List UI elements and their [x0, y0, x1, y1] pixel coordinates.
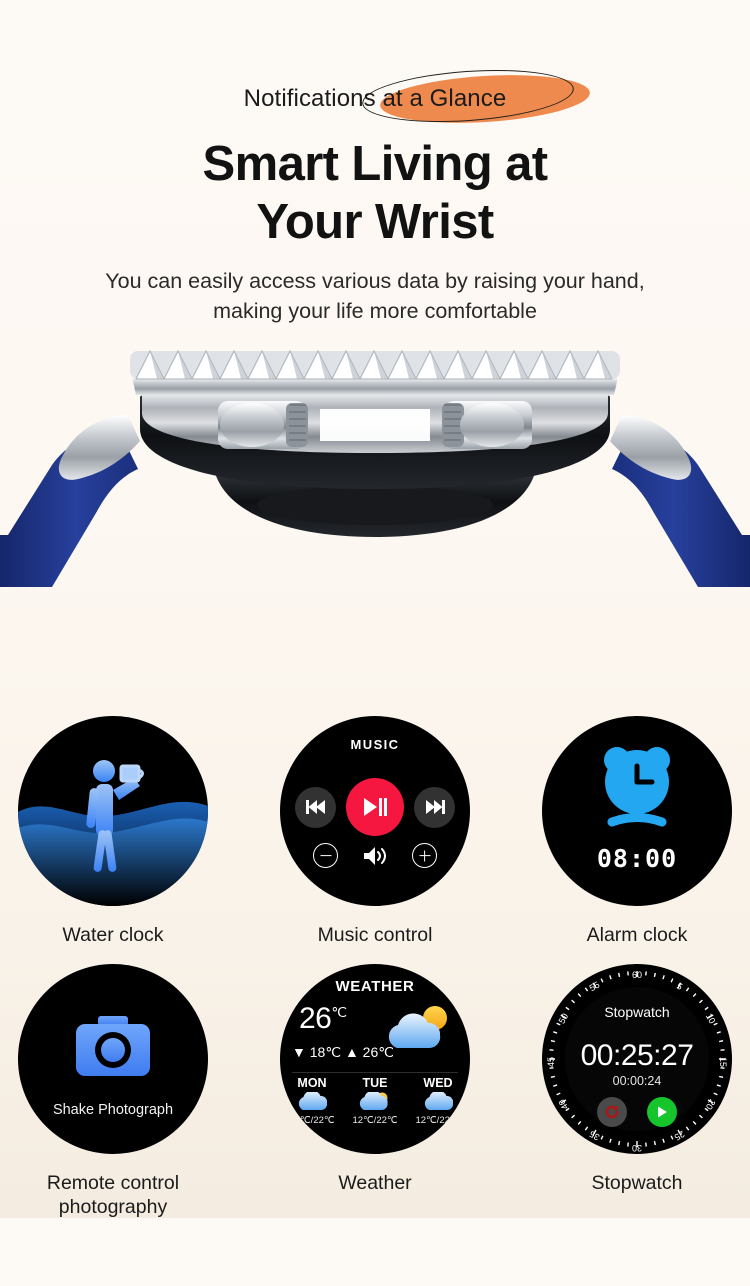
forecast-day-temp: 12℃/22℃ [285, 1115, 339, 1126]
forecast-day-name: WED [411, 1076, 465, 1090]
tick-label-55: 55 [588, 980, 602, 994]
forecast-day-temp: 12℃/22℃ [348, 1115, 402, 1126]
weather-forecast: MON 12℃/22℃ TUE [280, 1076, 470, 1126]
caseback-sensor-plate [257, 485, 493, 525]
eyebrow-text: Notifications at a Glance [244, 85, 507, 113]
feature-stopwatch[interactable]: 60 5 10 15 20 25 30 35 40 45 50 55 [524, 964, 750, 1219]
weather-temp-value: 26 [299, 1002, 331, 1035]
forecast-day: WED 12℃/22℃ [411, 1076, 465, 1126]
tick-label-5: 5 [675, 981, 684, 992]
feature-caption-line1: Remote control [47, 1171, 179, 1195]
camera-icon [18, 1012, 208, 1112]
forecast-day-name: MON [285, 1076, 339, 1090]
weather-temp-unit: ℃ [331, 1004, 346, 1020]
volume-up-button[interactable] [412, 843, 437, 868]
next-track-button[interactable] [414, 787, 455, 828]
weather-low: ▼ 18℃ [292, 1044, 341, 1060]
page-subtitle-line2: making your life more comfortable [0, 296, 750, 327]
play-icon [655, 1105, 669, 1119]
feature-caption: Alarm clock [587, 923, 688, 947]
stopwatch-start-button[interactable] [647, 1097, 677, 1127]
weather-current-temp: 26℃ [299, 1002, 347, 1036]
weather-title: WEATHER [280, 978, 470, 995]
smartwatch-side-profile-illustration [0, 337, 750, 587]
page-subtitle: You can easily access various data by ra… [0, 266, 750, 327]
feature-caption: Stopwatch [591, 1171, 682, 1195]
stopwatch-title: Stopwatch [542, 1004, 732, 1020]
tick-label-30: 30 [632, 1143, 642, 1153]
watch-face-stopwatch: 60 5 10 15 20 25 30 35 40 45 50 55 [542, 964, 732, 1154]
forecast-day: MON 12℃/22℃ [285, 1076, 339, 1126]
watch-bezel-crystals [130, 351, 620, 379]
watch-face-weather: WEATHER 26℃ ▼ 18℃ ▲ 26℃ [280, 964, 470, 1154]
feature-music-control[interactable]: MUSIC [262, 716, 488, 947]
tick-label-60: 60 [632, 970, 642, 980]
feature-remote-photography[interactable]: Shake Photograph Remote control photogra… [0, 964, 226, 1219]
music-transport-controls [280, 778, 470, 836]
feature-row-2: Shake Photograph Remote control photogra… [0, 964, 750, 1219]
page-title-line1: Smart Living at [0, 136, 750, 194]
alarm-time: 08:00 [542, 844, 732, 873]
watch-bezel-ring [132, 377, 618, 395]
eyebrow-banner: Notifications at a Glance [0, 68, 750, 130]
cloud-icon [411, 1092, 465, 1114]
watch-face-music-control: MUSIC [280, 716, 470, 906]
forecast-day: TUE 12℃/22℃ [348, 1076, 402, 1126]
weather-min-max: ▼ 18℃ ▲ 26℃ [292, 1044, 394, 1061]
shake-photograph-label: Shake Photograph [18, 1102, 208, 1118]
forecast-day-temp: 12℃/22℃ [411, 1115, 465, 1126]
feature-alarm-clock[interactable]: 08:00 Alarm clock [524, 716, 750, 947]
page-title: Smart Living at Your Wrist [0, 136, 750, 252]
feature-water-clock[interactable]: Water clock [0, 716, 226, 947]
tick-label-35: 35 [588, 1129, 602, 1143]
feature-grid: Water clock MUSIC [0, 716, 750, 1220]
stopwatch-lap: 00:00:24 [542, 1074, 732, 1088]
watch-face-water-clock [18, 716, 208, 906]
feature-weather[interactable]: WEATHER 26℃ ▼ 18℃ ▲ 26℃ [262, 964, 488, 1219]
watch-screen-edge-glare [320, 409, 430, 441]
sun-behind-cloud-icon [385, 1004, 453, 1052]
weather-divider [292, 1072, 458, 1073]
sun-behind-cloud-icon [348, 1092, 402, 1114]
play-pause-icon [363, 797, 387, 817]
volume-down-button[interactable] [313, 843, 338, 868]
previous-track-icon [306, 799, 326, 815]
stopwatch-elapsed: 00:25:27 [542, 1039, 732, 1073]
feature-row-1: Water clock MUSIC [0, 716, 750, 947]
next-track-icon [425, 799, 445, 815]
person-drinking-icon [18, 716, 208, 906]
music-volume-controls [280, 843, 470, 868]
feature-caption: Music control [318, 923, 433, 947]
alarm-clock-icon [542, 738, 732, 858]
speaker-icon[interactable] [362, 845, 388, 867]
page-subtitle-line1: You can easily access various data by ra… [0, 266, 750, 297]
feature-caption: Weather [338, 1171, 411, 1195]
page-title-line2: Your Wrist [0, 194, 750, 252]
feature-caption: Water clock [62, 923, 163, 947]
feature-caption-line2: photography [47, 1195, 179, 1219]
watch-face-shake-photograph: Shake Photograph [18, 964, 208, 1154]
product-hero-image [0, 337, 750, 587]
reset-icon [604, 1104, 620, 1120]
watch-crown-lower [442, 401, 532, 449]
forecast-day-name: TUE [348, 1076, 402, 1090]
watch-face-alarm-clock: 08:00 [542, 716, 732, 906]
stopwatch-controls [542, 1097, 732, 1127]
music-title: MUSIC [280, 737, 470, 752]
tick-label-25: 25 [673, 1129, 687, 1143]
watch-crown-upper [218, 401, 308, 449]
feature-caption: Remote control photography [47, 1171, 179, 1219]
play-pause-button[interactable] [346, 778, 404, 836]
cloud-icon [285, 1092, 339, 1114]
stopwatch-reset-button[interactable] [597, 1097, 627, 1127]
previous-track-button[interactable] [295, 787, 336, 828]
